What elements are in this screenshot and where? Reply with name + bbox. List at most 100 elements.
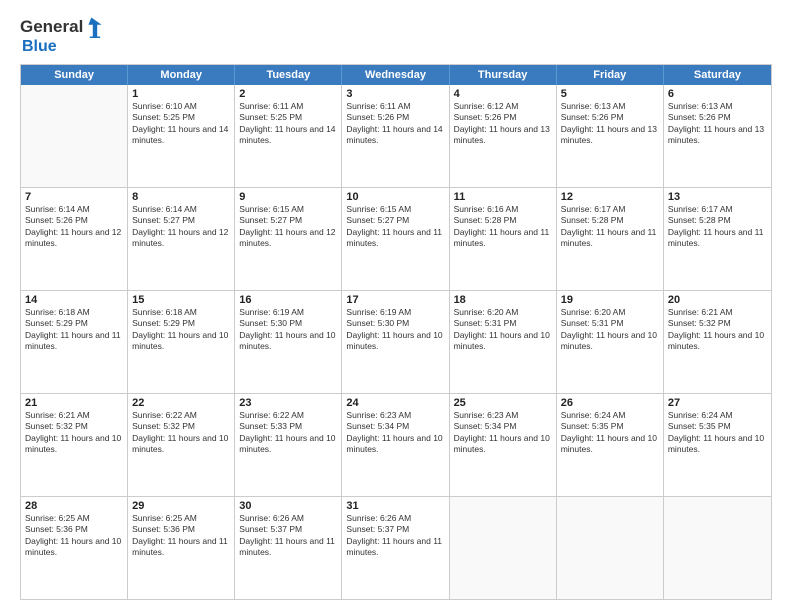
day-info: Sunrise: 6:23 AMSunset: 5:34 PMDaylight:… — [454, 410, 552, 456]
day-info: Sunrise: 6:18 AMSunset: 5:29 PMDaylight:… — [132, 307, 230, 353]
calendar-cell: 26 Sunrise: 6:24 AMSunset: 5:35 PMDaylig… — [557, 394, 664, 496]
calendar-cell: 10 Sunrise: 6:15 AMSunset: 5:27 PMDaylig… — [342, 188, 449, 290]
day-number: 30 — [239, 500, 337, 512]
day-info: Sunrise: 6:17 AMSunset: 5:28 PMDaylight:… — [561, 204, 659, 250]
calendar-header-cell: Wednesday — [342, 65, 449, 85]
calendar-cell: 13 Sunrise: 6:17 AMSunset: 5:28 PMDaylig… — [664, 188, 771, 290]
calendar-week-row: 28 Sunrise: 6:25 AMSunset: 5:36 PMDaylig… — [21, 496, 771, 599]
calendar-cell: 22 Sunrise: 6:22 AMSunset: 5:32 PMDaylig… — [128, 394, 235, 496]
logo-blue-text: Blue — [22, 38, 57, 56]
calendar-cell: 4 Sunrise: 6:12 AMSunset: 5:26 PMDayligh… — [450, 85, 557, 187]
day-number: 29 — [132, 500, 230, 512]
calendar-cell: 2 Sunrise: 6:11 AMSunset: 5:25 PMDayligh… — [235, 85, 342, 187]
day-info: Sunrise: 6:23 AMSunset: 5:34 PMDaylight:… — [346, 410, 444, 456]
day-info: Sunrise: 6:24 AMSunset: 5:35 PMDaylight:… — [561, 410, 659, 456]
calendar-week-row: 1 Sunrise: 6:10 AMSunset: 5:25 PMDayligh… — [21, 85, 771, 187]
calendar-body: 1 Sunrise: 6:10 AMSunset: 5:25 PMDayligh… — [21, 85, 771, 599]
day-info: Sunrise: 6:13 AMSunset: 5:26 PMDaylight:… — [561, 101, 659, 147]
day-info: Sunrise: 6:11 AMSunset: 5:25 PMDaylight:… — [239, 101, 337, 147]
day-number: 5 — [561, 88, 659, 100]
day-info: Sunrise: 6:11 AMSunset: 5:26 PMDaylight:… — [346, 101, 444, 147]
day-number: 31 — [346, 500, 444, 512]
calendar-cell: 14 Sunrise: 6:18 AMSunset: 5:29 PMDaylig… — [21, 291, 128, 393]
calendar-cell: 28 Sunrise: 6:25 AMSunset: 5:36 PMDaylig… — [21, 497, 128, 599]
logo: General Blue — [20, 16, 107, 56]
calendar-header-cell: Thursday — [450, 65, 557, 85]
calendar-header: SundayMondayTuesdayWednesdayThursdayFrid… — [21, 65, 771, 85]
day-number: 19 — [561, 294, 659, 306]
day-number: 7 — [25, 191, 123, 203]
calendar-cell: 17 Sunrise: 6:19 AMSunset: 5:30 PMDaylig… — [342, 291, 449, 393]
day-number: 12 — [561, 191, 659, 203]
logo-general: General — [20, 17, 83, 37]
day-number: 22 — [132, 397, 230, 409]
day-number: 8 — [132, 191, 230, 203]
calendar-cell — [557, 497, 664, 599]
day-info: Sunrise: 6:22 AMSunset: 5:32 PMDaylight:… — [132, 410, 230, 456]
day-number: 1 — [132, 88, 230, 100]
day-number: 2 — [239, 88, 337, 100]
day-number: 21 — [25, 397, 123, 409]
calendar-cell: 3 Sunrise: 6:11 AMSunset: 5:26 PMDayligh… — [342, 85, 449, 187]
day-number: 24 — [346, 397, 444, 409]
day-info: Sunrise: 6:19 AMSunset: 5:30 PMDaylight:… — [239, 307, 337, 353]
day-info: Sunrise: 6:21 AMSunset: 5:32 PMDaylight:… — [25, 410, 123, 456]
day-number: 16 — [239, 294, 337, 306]
calendar-header-cell: Monday — [128, 65, 235, 85]
calendar-header-cell: Sunday — [21, 65, 128, 85]
calendar-cell: 12 Sunrise: 6:17 AMSunset: 5:28 PMDaylig… — [557, 188, 664, 290]
day-number: 26 — [561, 397, 659, 409]
day-number: 18 — [454, 294, 552, 306]
day-number: 20 — [668, 294, 767, 306]
day-info: Sunrise: 6:20 AMSunset: 5:31 PMDaylight:… — [561, 307, 659, 353]
day-number: 17 — [346, 294, 444, 306]
calendar-cell: 11 Sunrise: 6:16 AMSunset: 5:28 PMDaylig… — [450, 188, 557, 290]
day-number: 27 — [668, 397, 767, 409]
day-number: 15 — [132, 294, 230, 306]
day-info: Sunrise: 6:25 AMSunset: 5:36 PMDaylight:… — [25, 513, 123, 559]
day-info: Sunrise: 6:22 AMSunset: 5:33 PMDaylight:… — [239, 410, 337, 456]
day-info: Sunrise: 6:14 AMSunset: 5:26 PMDaylight:… — [25, 204, 123, 250]
day-info: Sunrise: 6:15 AMSunset: 5:27 PMDaylight:… — [239, 204, 337, 250]
calendar-cell: 23 Sunrise: 6:22 AMSunset: 5:33 PMDaylig… — [235, 394, 342, 496]
logo-arrow-icon — [84, 16, 106, 38]
calendar-cell: 9 Sunrise: 6:15 AMSunset: 5:27 PMDayligh… — [235, 188, 342, 290]
calendar-cell: 24 Sunrise: 6:23 AMSunset: 5:34 PMDaylig… — [342, 394, 449, 496]
day-info: Sunrise: 6:20 AMSunset: 5:31 PMDaylight:… — [454, 307, 552, 353]
day-info: Sunrise: 6:19 AMSunset: 5:30 PMDaylight:… — [346, 307, 444, 353]
calendar-cell — [21, 85, 128, 187]
day-info: Sunrise: 6:24 AMSunset: 5:35 PMDaylight:… — [668, 410, 767, 456]
calendar-cell — [664, 497, 771, 599]
day-info: Sunrise: 6:17 AMSunset: 5:28 PMDaylight:… — [668, 204, 767, 250]
calendar-header-cell: Friday — [557, 65, 664, 85]
day-info: Sunrise: 6:26 AMSunset: 5:37 PMDaylight:… — [346, 513, 444, 559]
day-number: 13 — [668, 191, 767, 203]
calendar-cell: 25 Sunrise: 6:23 AMSunset: 5:34 PMDaylig… — [450, 394, 557, 496]
day-number: 10 — [346, 191, 444, 203]
header: General Blue — [20, 16, 772, 56]
day-info: Sunrise: 6:18 AMSunset: 5:29 PMDaylight:… — [25, 307, 123, 353]
day-number: 9 — [239, 191, 337, 203]
day-number: 25 — [454, 397, 552, 409]
page: General Blue SundayMondayTuesdayWednesda… — [0, 0, 792, 612]
calendar-week-row: 21 Sunrise: 6:21 AMSunset: 5:32 PMDaylig… — [21, 393, 771, 496]
calendar-cell: 7 Sunrise: 6:14 AMSunset: 5:26 PMDayligh… — [21, 188, 128, 290]
logo-text: General — [20, 16, 107, 38]
calendar-header-cell: Saturday — [664, 65, 771, 85]
day-info: Sunrise: 6:10 AMSunset: 5:25 PMDaylight:… — [132, 101, 230, 147]
calendar-week-row: 14 Sunrise: 6:18 AMSunset: 5:29 PMDaylig… — [21, 290, 771, 393]
day-info: Sunrise: 6:12 AMSunset: 5:26 PMDaylight:… — [454, 101, 552, 147]
calendar-cell: 5 Sunrise: 6:13 AMSunset: 5:26 PMDayligh… — [557, 85, 664, 187]
calendar-cell: 21 Sunrise: 6:21 AMSunset: 5:32 PMDaylig… — [21, 394, 128, 496]
calendar-cell: 27 Sunrise: 6:24 AMSunset: 5:35 PMDaylig… — [664, 394, 771, 496]
day-number: 28 — [25, 500, 123, 512]
day-number: 6 — [668, 88, 767, 100]
day-number: 14 — [25, 294, 123, 306]
day-number: 23 — [239, 397, 337, 409]
calendar-cell — [450, 497, 557, 599]
calendar-cell: 19 Sunrise: 6:20 AMSunset: 5:31 PMDaylig… — [557, 291, 664, 393]
calendar-cell: 30 Sunrise: 6:26 AMSunset: 5:37 PMDaylig… — [235, 497, 342, 599]
day-info: Sunrise: 6:13 AMSunset: 5:26 PMDaylight:… — [668, 101, 767, 147]
calendar-cell: 8 Sunrise: 6:14 AMSunset: 5:27 PMDayligh… — [128, 188, 235, 290]
calendar-cell: 20 Sunrise: 6:21 AMSunset: 5:32 PMDaylig… — [664, 291, 771, 393]
